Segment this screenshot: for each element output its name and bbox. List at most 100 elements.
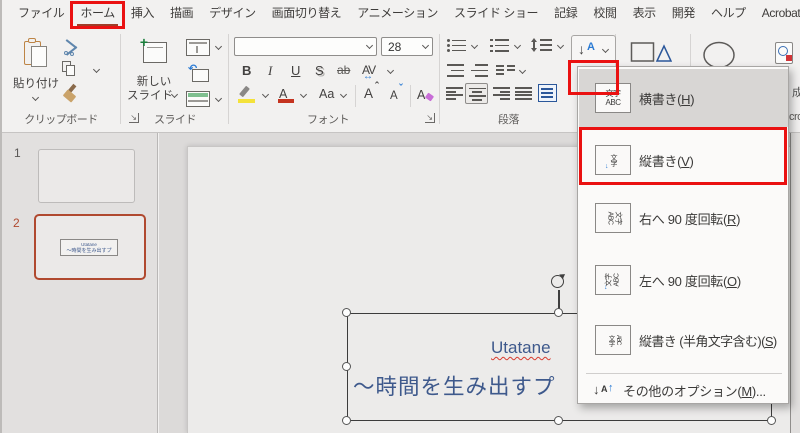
copy-dropdown-chevron[interactable]: [92, 65, 101, 74]
cut-icon[interactable]: [64, 39, 80, 56]
align-center-button-selected[interactable]: [465, 83, 488, 104]
align-text-icon[interactable]: [538, 84, 557, 102]
bullet-list-chevron[interactable]: [470, 41, 479, 50]
textbox-subtitle-text[interactable]: ～時間を生み出すプ: [353, 370, 556, 401]
tab-record[interactable]: 記録: [546, 0, 585, 29]
reset-slide-icon[interactable]: ↶: [188, 64, 210, 82]
menu-item-vertical-halfwidth[interactable]: 文字 ABC 縦書き (半角文字含む)(S): [579, 313, 788, 367]
menu-item-rotate-right-90[interactable]: 文字 ABC 右へ 90 度回転(R): [579, 189, 788, 247]
numbered-list-chevron[interactable]: [513, 41, 522, 50]
align-left-icon[interactable]: [446, 87, 463, 100]
tab-file[interactable]: ファイル: [10, 0, 72, 29]
align-center-icon: [468, 87, 486, 101]
tab-review[interactable]: 校閲: [585, 0, 624, 29]
new-slide-label-line2: スライド: [127, 90, 173, 102]
slide-2-thumbnail-selected[interactable]: Utatane ～時間を生み出すプ: [34, 214, 146, 280]
font-dialog-launcher[interactable]: ↘: [425, 113, 435, 123]
tab-home-label: ホーム: [80, 6, 115, 20]
section-chevron[interactable]: [214, 94, 223, 103]
decrease-indent-icon[interactable]: [447, 64, 464, 77]
new-slide-button[interactable]: + 新しい スライド: [127, 35, 180, 109]
tab-view[interactable]: 表示: [625, 0, 664, 29]
font-color-button[interactable]: A: [278, 85, 295, 104]
vertical-halfwidth-text-icon: 文字 ABC: [595, 325, 631, 355]
bold-button[interactable]: B: [242, 63, 251, 78]
font-name-combobox[interactable]: [234, 37, 377, 56]
group-separator: [120, 34, 121, 124]
shrink-font-button[interactable]: A ˇ: [390, 83, 408, 106]
horizontal-text-icon: 文字 ABC: [595, 83, 631, 113]
align-right-icon[interactable]: [493, 87, 510, 100]
tab-acrobat[interactable]: Acrobat: [754, 0, 800, 29]
highlight-pen-chevron[interactable]: [261, 90, 270, 99]
menu-item-more-options[interactable]: ↓ A ↑ その他のオプション(M)...: [579, 377, 788, 403]
rotate-left-text-icon: 文字 ABC ↓: [595, 265, 631, 295]
font-name-chevron[interactable]: [365, 41, 374, 50]
tab-design[interactable]: デザイン: [201, 0, 263, 29]
tab-home[interactable]: ホーム: [70, 0, 125, 29]
bullet-list-icon[interactable]: [447, 39, 466, 52]
handle-top-left[interactable]: [342, 308, 351, 317]
justify-icon[interactable]: [515, 87, 532, 100]
tab-developer[interactable]: 開発: [664, 0, 703, 29]
character-spacing-button[interactable]: AV ↔: [362, 61, 384, 82]
slides-group-label: スライド: [154, 114, 197, 126]
font-size-chevron[interactable]: [421, 41, 430, 50]
copy-icon[interactable]: [62, 61, 78, 78]
italic-button[interactable]: I: [268, 63, 272, 79]
change-case-chevron[interactable]: [339, 90, 348, 99]
clear-formatting-button[interactable]: A: [417, 86, 435, 106]
new-slide-icon: +: [140, 35, 168, 65]
rotate-handle[interactable]: [551, 271, 567, 288]
format-painter-icon[interactable]: [62, 83, 81, 103]
text-shadow-button[interactable]: S: [315, 63, 324, 78]
slide-layout-icon[interactable]: [186, 39, 210, 56]
tab-help[interactable]: ヘルプ: [703, 0, 754, 29]
underline-button[interactable]: U: [291, 63, 300, 78]
tab-draw[interactable]: 描画: [162, 0, 201, 29]
tab-insert[interactable]: 挿入: [123, 0, 162, 29]
columns-chevron[interactable]: [518, 66, 527, 75]
line-spacing-icon[interactable]: [531, 38, 553, 53]
textbox-title-text[interactable]: Utatane: [491, 338, 551, 358]
slide-layout-chevron[interactable]: [214, 42, 223, 51]
pdf-icon[interactable]: [775, 42, 797, 66]
text-direction-chevron[interactable]: [601, 45, 610, 54]
section-icon[interactable]: [186, 91, 210, 107]
change-case-button[interactable]: Aa: [319, 87, 334, 101]
paste-button[interactable]: 貼り付け: [10, 35, 62, 109]
grow-font-button[interactable]: A ˆ: [364, 81, 382, 105]
line-spacing-chevron[interactable]: [556, 41, 565, 50]
handle-bottom-center[interactable]: [554, 416, 563, 425]
character-spacing-chevron[interactable]: [386, 66, 395, 75]
numbered-list-icon[interactable]: [490, 39, 509, 52]
menu-item-rotate-left-90[interactable]: 文字 ABC ↓ 左へ 90 度回転(O): [579, 251, 788, 309]
slide-1-thumbnail[interactable]: [38, 149, 135, 203]
text-direction-button[interactable]: ↓ A: [571, 35, 616, 63]
columns-icon[interactable]: [496, 64, 515, 77]
handle-mid-left[interactable]: [342, 362, 351, 371]
shapes-icon[interactable]: [630, 40, 672, 64]
powerpoint-window: ファイル ホーム 挿入 描画 デザイン 画面切り替え アニメーション スライド …: [0, 0, 800, 433]
font-size-combobox[interactable]: 28: [381, 37, 433, 56]
oval-shape-icon[interactable]: [702, 41, 736, 69]
highlight-pen-icon[interactable]: [238, 85, 258, 104]
tab-slideshow[interactable]: スライド ショー: [446, 0, 546, 29]
font-group-label: フォント: [307, 114, 350, 126]
clipboard-group-label: クリップボード: [24, 114, 98, 126]
handle-bottom-left[interactable]: [342, 416, 351, 425]
grow-font-label: A: [364, 86, 374, 101]
tab-transitions[interactable]: 画面切り替え: [264, 0, 350, 29]
tab-animations[interactable]: アニメーション: [349, 0, 446, 29]
menu-item-horizontal[interactable]: 文字 ABC 横書き(H): [579, 69, 788, 127]
slide-1-number: 1: [14, 146, 21, 160]
spellcheck-underlined-text: Utatane: [491, 338, 551, 357]
strikethrough-button[interactable]: ab: [337, 63, 350, 77]
handle-bottom-right[interactable]: [767, 416, 776, 425]
handle-top-center[interactable]: [554, 308, 563, 317]
paste-dropdown-chevron[interactable]: [31, 93, 40, 102]
menu-item-vertical[interactable]: 文字 ↓ 縦書き(V): [579, 131, 788, 189]
menu-item-label: 縦書き (半角文字含む)(S): [639, 333, 777, 349]
font-color-chevron[interactable]: [299, 90, 308, 99]
increase-indent-icon[interactable]: [471, 64, 488, 77]
